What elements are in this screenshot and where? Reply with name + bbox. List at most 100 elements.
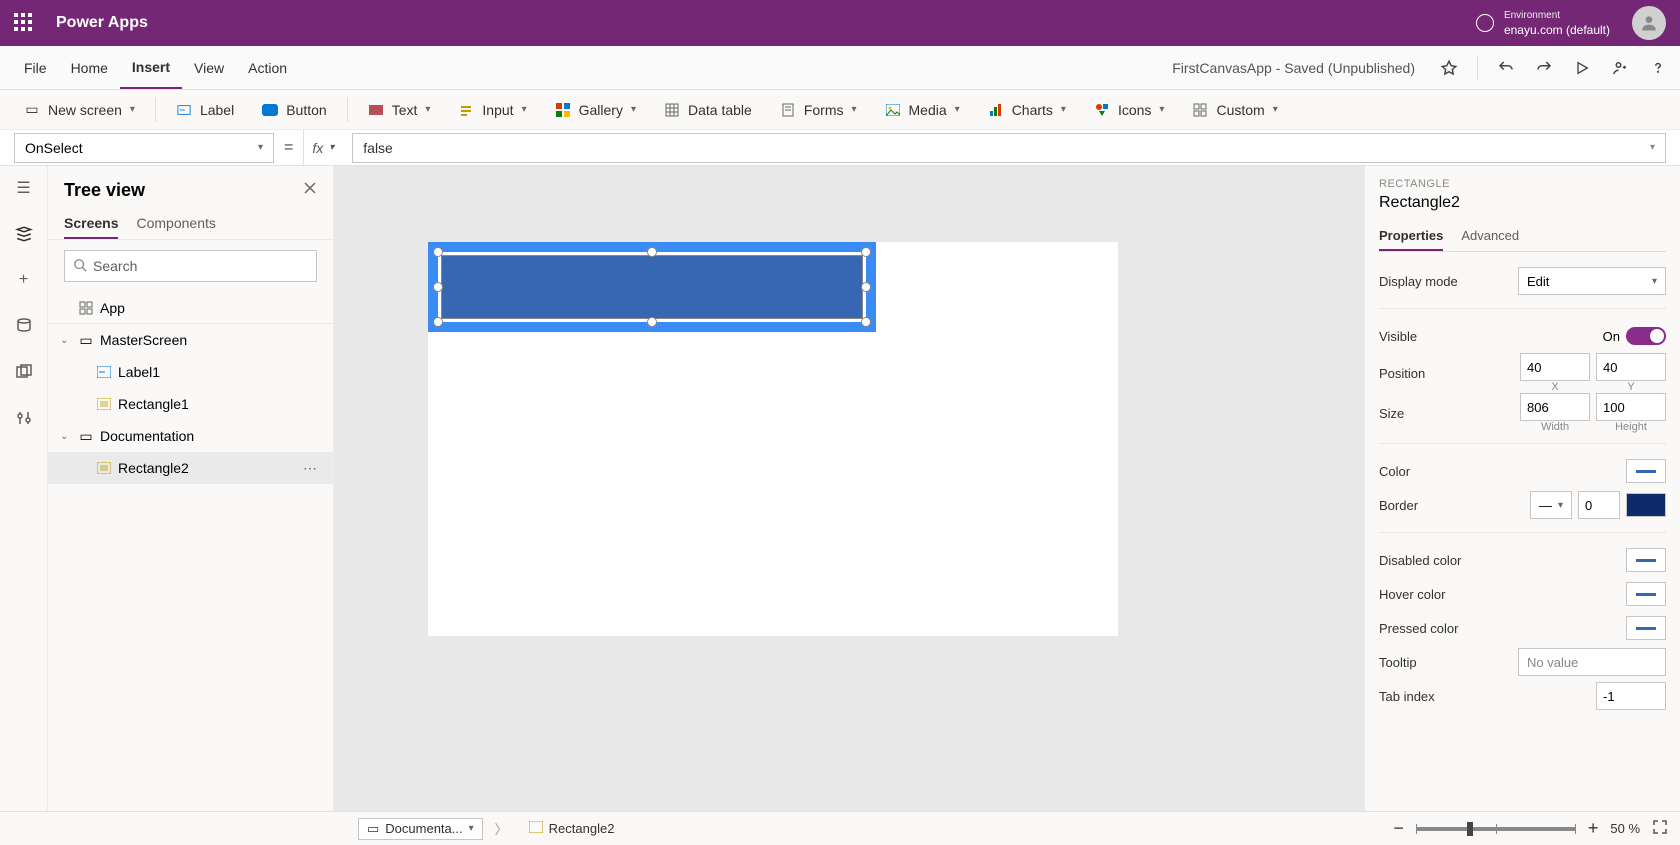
app-launcher-icon[interactable]	[14, 13, 34, 33]
resize-handle[interactable]	[433, 282, 443, 292]
tree-item-rectangle2[interactable]: Rectangle2 ⋯	[48, 452, 333, 484]
close-panel-icon[interactable]	[303, 181, 317, 200]
screen-icon: ▭	[78, 332, 94, 348]
border-color-swatch[interactable]	[1626, 493, 1666, 517]
tabindex-input[interactable]: -1	[1596, 682, 1666, 710]
resize-handle[interactable]	[433, 247, 443, 257]
insert-input-button[interactable]: Input ▾	[446, 90, 538, 129]
tab-components[interactable]: Components	[136, 209, 215, 239]
size-height-input[interactable]: 100	[1596, 393, 1666, 421]
menu-file[interactable]: File	[12, 46, 59, 89]
rectangle-icon	[96, 460, 112, 476]
screen-icon: ▭	[24, 102, 40, 118]
icons-icon	[1094, 102, 1110, 118]
resize-handle[interactable]	[647, 247, 657, 257]
insert-custom-button[interactable]: Custom ▾	[1180, 90, 1289, 129]
border-width-input[interactable]: 0	[1578, 491, 1620, 519]
tab-advanced[interactable]: Advanced	[1461, 222, 1519, 251]
data-rail-icon[interactable]	[12, 314, 36, 338]
x-sublabel: X	[1520, 381, 1590, 393]
tooltip-input[interactable]: No value	[1518, 648, 1666, 676]
insert-text-button[interactable]: Text ▾	[356, 90, 443, 129]
media-rail-icon[interactable]	[12, 360, 36, 384]
insert-datatable-button[interactable]: Data table	[652, 90, 764, 129]
hamburger-icon[interactable]: ☰	[12, 176, 36, 200]
resize-handle[interactable]	[861, 317, 871, 327]
resize-handle[interactable]	[433, 317, 443, 327]
user-avatar[interactable]	[1632, 6, 1666, 40]
status-selection[interactable]: Rectangle2	[520, 818, 624, 839]
insert-datatable-label: Data table	[688, 102, 752, 118]
insert-button-button[interactable]: Button	[250, 90, 338, 129]
undo-icon[interactable]	[1496, 58, 1516, 78]
zoom-slider[interactable]	[1416, 827, 1576, 831]
tree-screen-masterscreen[interactable]: ⌄ ▭ MasterScreen	[48, 324, 333, 356]
insert-forms-button[interactable]: Forms ▾	[768, 90, 869, 129]
display-mode-select[interactable]: Edit ▾	[1518, 267, 1666, 295]
redo-icon[interactable]	[1534, 58, 1554, 78]
menu-insert[interactable]: Insert	[120, 46, 182, 89]
property-selector-value: OnSelect	[25, 140, 83, 156]
menu-action[interactable]: Action	[236, 46, 299, 89]
selected-rectangle[interactable]	[428, 242, 876, 332]
search-input[interactable]: Search	[64, 250, 317, 282]
share-icon[interactable]	[1610, 58, 1630, 78]
tab-properties[interactable]: Properties	[1379, 222, 1443, 251]
formula-input[interactable]: false ▾	[352, 133, 1666, 163]
app-name: Power Apps	[56, 14, 148, 32]
tab-screens[interactable]: Screens	[64, 209, 118, 239]
insert-charts-button[interactable]: Charts ▾	[976, 90, 1078, 129]
tree-view-icon[interactable]	[12, 222, 36, 246]
insert-gallery-button[interactable]: Gallery ▾	[543, 90, 648, 129]
property-selector[interactable]: OnSelect ▾	[14, 133, 274, 163]
insert-rail-icon[interactable]: +	[12, 268, 36, 292]
color-swatch[interactable]	[1626, 459, 1666, 483]
border-style-select[interactable]: —▾	[1530, 491, 1572, 519]
size-width-input[interactable]: 806	[1520, 393, 1590, 421]
insert-label-button[interactable]: Label	[164, 90, 246, 129]
tree-item-label: MasterScreen	[100, 332, 187, 348]
new-screen-button[interactable]: ▭ New screen ▾	[12, 90, 147, 129]
play-icon[interactable]	[1572, 58, 1592, 78]
more-options-icon[interactable]: ⋯	[303, 460, 319, 477]
position-y-input[interactable]: 40	[1596, 353, 1666, 381]
fx-button[interactable]: fx ▾	[303, 130, 342, 165]
hover-color-label: Hover color	[1379, 587, 1445, 602]
visible-toggle[interactable]	[1626, 327, 1666, 345]
resize-handle[interactable]	[861, 282, 871, 292]
pressed-color-swatch[interactable]	[1626, 616, 1666, 640]
insert-media-label: Media	[909, 102, 947, 118]
canvas-area[interactable]	[334, 166, 1364, 811]
help-icon[interactable]	[1648, 58, 1668, 78]
insert-media-button[interactable]: Media ▾	[873, 90, 972, 129]
tree-item-label1[interactable]: Label1	[48, 356, 333, 388]
ribbon: ▭ New screen ▾ Label Button Text ▾ Input…	[0, 90, 1680, 130]
tree-screen-documentation[interactable]: ⌄ ▭ Documentation	[48, 420, 333, 452]
tree-item-label: Rectangle1	[118, 396, 189, 412]
chevron-down-icon: ▾	[522, 104, 527, 115]
breadcrumb-separator: 〉	[495, 819, 508, 838]
status-screen-selector[interactable]: ▭ Documenta... ▾	[358, 818, 483, 840]
resize-handle[interactable]	[861, 247, 871, 257]
canvas-screen[interactable]	[428, 242, 1118, 636]
advanced-tools-icon[interactable]	[12, 406, 36, 430]
app-checker-icon[interactable]	[1439, 58, 1459, 78]
position-x-input[interactable]: 40	[1520, 353, 1590, 381]
tree-item-rectangle1[interactable]: Rectangle1	[48, 388, 333, 420]
fit-to-window-icon[interactable]	[1652, 819, 1668, 838]
disabled-color-swatch[interactable]	[1626, 548, 1666, 572]
size-label: Size	[1379, 406, 1404, 421]
menu-home[interactable]: Home	[59, 46, 120, 89]
environment-selector[interactable]: Environment enayu.com (default)	[1476, 9, 1610, 37]
zoom-out-button[interactable]: −	[1393, 818, 1404, 839]
hover-color-swatch[interactable]	[1626, 582, 1666, 606]
insert-gallery-label: Gallery	[579, 102, 623, 118]
insert-icons-button[interactable]: Icons ▾	[1082, 90, 1177, 129]
zoom-in-button[interactable]: +	[1588, 818, 1599, 839]
insert-text-label: Text	[392, 102, 418, 118]
search-placeholder: Search	[93, 258, 137, 274]
resize-handle[interactable]	[647, 317, 657, 327]
menu-view[interactable]: View	[182, 46, 236, 89]
tree-app-node[interactable]: App	[48, 292, 333, 324]
tree-item-label: Documentation	[100, 428, 194, 444]
